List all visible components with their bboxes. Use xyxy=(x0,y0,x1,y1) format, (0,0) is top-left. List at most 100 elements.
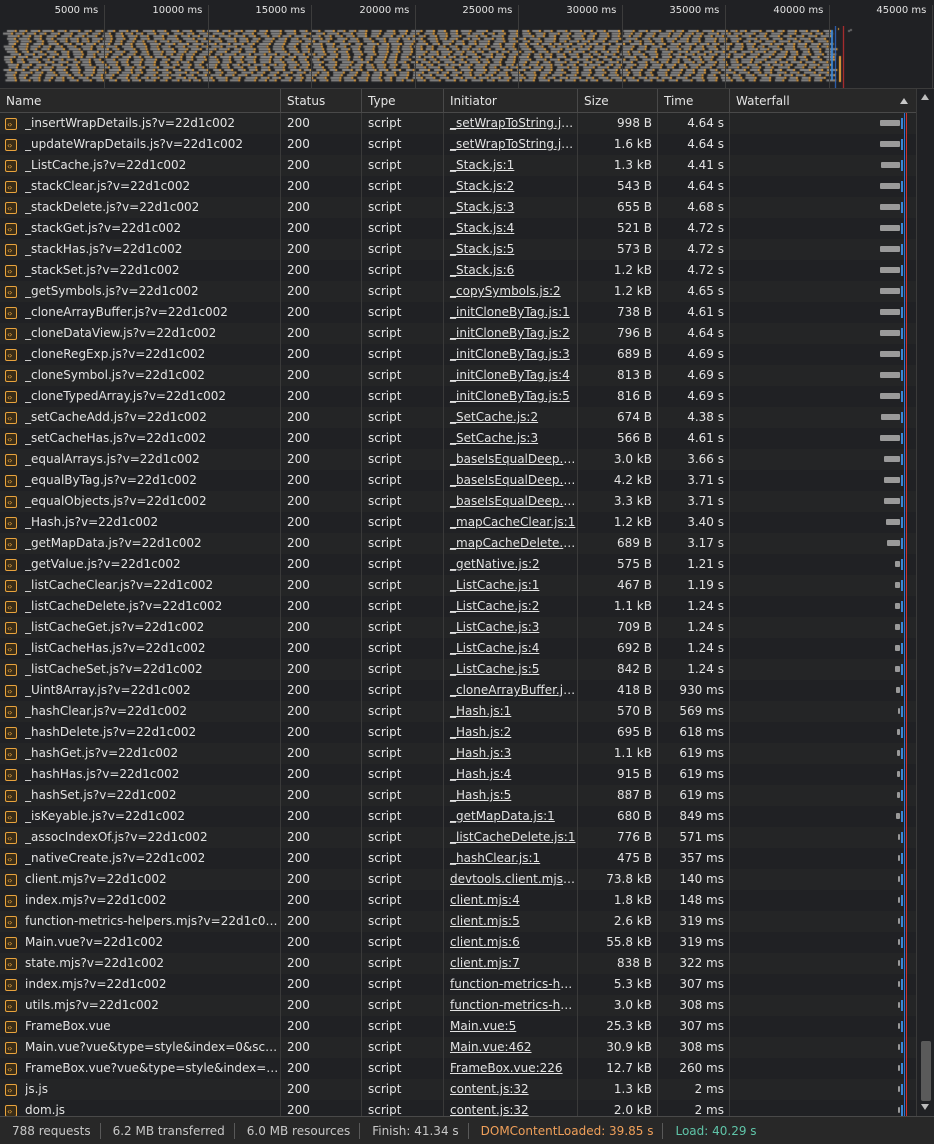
initiator-link[interactable]: _Hash.js:4 xyxy=(450,767,511,781)
waterfall-cell[interactable] xyxy=(730,428,916,449)
request-row[interactable]: _stackSet.js?v=22d1c002 200script _Stack.j… xyxy=(0,260,916,281)
request-row[interactable]: _stackHas.js?v=22d1c002 200script _Stack.j… xyxy=(0,239,916,260)
waterfall-cell[interactable] xyxy=(730,848,916,869)
waterfall-cell[interactable] xyxy=(730,743,916,764)
waterfall-cell[interactable] xyxy=(730,659,916,680)
request-name-cell[interactable]: _cloneRegExp.js?v=22d1c002 xyxy=(0,344,281,365)
request-name-cell[interactable]: _getSymbols.js?v=22d1c002 xyxy=(0,281,281,302)
initiator-link[interactable]: _Stack.js:6 xyxy=(450,263,514,277)
waterfall-cell[interactable] xyxy=(730,323,916,344)
initiator-link[interactable]: _hashClear.js:1 xyxy=(450,851,540,865)
waterfall-cell[interactable] xyxy=(730,260,916,281)
waterfall-cell[interactable] xyxy=(730,176,916,197)
initiator-link[interactable]: _Hash.js:2 xyxy=(450,725,511,739)
waterfall-cell[interactable] xyxy=(730,281,916,302)
request-name-cell[interactable]: _stackSet.js?v=22d1c002 xyxy=(0,260,281,281)
scroll-up-arrow-icon[interactable] xyxy=(921,94,929,100)
request-name-cell[interactable]: FrameBox.vue xyxy=(0,1016,281,1037)
request-row[interactable]: _equalArrays.js?v=22d1c002 200script _base… xyxy=(0,449,916,470)
waterfall-cell[interactable] xyxy=(730,680,916,701)
waterfall-cell[interactable] xyxy=(730,575,916,596)
waterfall-cell[interactable] xyxy=(730,512,916,533)
request-name-cell[interactable]: _stackDelete.js?v=22d1c002 xyxy=(0,197,281,218)
request-row[interactable]: _setCacheHas.js?v=22d1c002 200script _SetC… xyxy=(0,428,916,449)
table-scrollbar[interactable] xyxy=(916,89,934,1116)
initiator-link[interactable]: _Stack.js:2 xyxy=(450,179,514,193)
request-row[interactable]: _equalByTag.js?v=22d1c002 200script _baseI… xyxy=(0,470,916,491)
waterfall-cell[interactable] xyxy=(730,1079,916,1100)
request-name-cell[interactable]: _equalArrays.js?v=22d1c002 xyxy=(0,449,281,470)
network-overview[interactable]: 5000 ms 10000 ms 15000 ms 20000 ms 25000 ms 3… xyxy=(0,0,934,89)
waterfall-cell[interactable] xyxy=(730,995,916,1016)
request-name-cell[interactable]: _cloneSymbol.js?v=22d1c002 xyxy=(0,365,281,386)
waterfall-cell[interactable] xyxy=(730,113,916,134)
waterfall-cell[interactable] xyxy=(730,974,916,995)
request-name-cell[interactable]: _stackGet.js?v=22d1c002 xyxy=(0,218,281,239)
waterfall-cell[interactable] xyxy=(730,785,916,806)
waterfall-cell[interactable] xyxy=(730,911,916,932)
initiator-link[interactable]: _SetCache.js:3 xyxy=(450,431,538,445)
request-row[interactable]: _stackClear.js?v=22d1c002 200script _Stack… xyxy=(0,176,916,197)
column-header-waterfall[interactable]: Waterfall xyxy=(730,89,916,113)
request-row[interactable]: _stackDelete.js?v=22d1c002 200script _Stac… xyxy=(0,197,916,218)
column-header-time[interactable]: Time xyxy=(658,89,730,113)
initiator-link[interactable]: FrameBox.vue:226 xyxy=(450,1061,563,1075)
request-name-cell[interactable]: index.mjs?v=22d1c002 xyxy=(0,890,281,911)
waterfall-cell[interactable] xyxy=(730,218,916,239)
request-row[interactable]: _ListCache.js?v=22d1c002 200script _Stack.… xyxy=(0,155,916,176)
request-name-cell[interactable]: _equalByTag.js?v=22d1c002 xyxy=(0,470,281,491)
request-row[interactable]: Main.vue?v=22d1c002 200script client.mjs:6… xyxy=(0,932,916,953)
column-header-initiator[interactable]: Initiator xyxy=(444,89,578,113)
waterfall-cell[interactable] xyxy=(730,407,916,428)
request-name-cell[interactable]: index.mjs?v=22d1c002 xyxy=(0,974,281,995)
request-name-cell[interactable]: client.mjs?v=22d1c002 xyxy=(0,869,281,890)
overview-graph[interactable] xyxy=(0,26,934,88)
column-header-size[interactable]: Size xyxy=(578,89,658,113)
request-name-cell[interactable]: _updateWrapDetails.js?v=22d1c002 xyxy=(0,134,281,155)
initiator-link[interactable]: _cloneArrayBuffer.js:1 xyxy=(450,683,577,697)
initiator-link[interactable]: _getNative.js:2 xyxy=(450,557,540,571)
request-row[interactable]: Main.vue?vue&type=style&index=0&scoped..… xyxy=(0,1037,916,1058)
initiator-link[interactable]: _mapCacheClear.js:1 xyxy=(450,515,575,529)
request-name-cell[interactable]: _equalObjects.js?v=22d1c002 xyxy=(0,491,281,512)
column-header-type[interactable]: Type xyxy=(362,89,444,113)
initiator-link[interactable]: function-metrics-help... xyxy=(450,977,577,991)
request-row[interactable]: client.mjs?v=22d1c002 200script devtools.c… xyxy=(0,869,916,890)
request-row[interactable]: _listCacheHas.js?v=22d1c002 200script _Lis… xyxy=(0,638,916,659)
initiator-link[interactable]: _ListCache.js:2 xyxy=(450,599,539,613)
request-name-cell[interactable]: _hashGet.js?v=22d1c002 xyxy=(0,743,281,764)
waterfall-cell[interactable] xyxy=(730,197,916,218)
request-name-cell[interactable]: function-metrics-helpers.mjs?v=22d1c002 xyxy=(0,911,281,932)
request-row[interactable]: js.js 200script content.js:32 1.3 kB2 ms xyxy=(0,1079,916,1100)
waterfall-cell[interactable] xyxy=(730,764,916,785)
request-name-cell[interactable]: state.mjs?v=22d1c002 xyxy=(0,953,281,974)
request-name-cell[interactable]: FrameBox.vue?vue&type=style&index=0&sco.… xyxy=(0,1058,281,1079)
waterfall-cell[interactable] xyxy=(730,491,916,512)
waterfall-cell[interactable] xyxy=(730,302,916,323)
request-name-cell[interactable]: _nativeCreate.js?v=22d1c002 xyxy=(0,848,281,869)
initiator-link[interactable]: _Stack.js:5 xyxy=(450,242,514,256)
request-row[interactable]: _insertWrapDetails.js?v=22d1c002 200scrip… xyxy=(0,113,916,134)
initiator-link[interactable]: _Hash.js:5 xyxy=(450,788,511,802)
request-name-cell[interactable]: _hashHas.js?v=22d1c002 xyxy=(0,764,281,785)
waterfall-cell[interactable] xyxy=(730,134,916,155)
initiator-link[interactable]: _Hash.js:3 xyxy=(450,746,511,760)
request-name-cell[interactable]: _hashDelete.js?v=22d1c002 xyxy=(0,722,281,743)
waterfall-cell[interactable] xyxy=(730,701,916,722)
initiator-link[interactable]: _setWrapToString.js:2 xyxy=(450,116,577,130)
initiator-link[interactable]: _ListCache.js:4 xyxy=(450,641,539,655)
waterfall-cell[interactable] xyxy=(730,1100,916,1116)
request-name-cell[interactable]: _Hash.js?v=22d1c002 xyxy=(0,512,281,533)
request-row[interactable]: _hashClear.js?v=22d1c002 200script _Hash.j… xyxy=(0,701,916,722)
initiator-link[interactable]: _baseIsEqualDeep.js:3 xyxy=(450,473,577,487)
request-name-cell[interactable]: dom.js xyxy=(0,1100,281,1116)
request-name-cell[interactable]: _listCacheClear.js?v=22d1c002 xyxy=(0,575,281,596)
request-name-cell[interactable]: utils.mjs?v=22d1c002 xyxy=(0,995,281,1016)
waterfall-cell[interactable] xyxy=(730,239,916,260)
initiator-link[interactable]: _getMapData.js:1 xyxy=(450,809,555,823)
column-header-status[interactable]: Status xyxy=(281,89,362,113)
request-row[interactable]: _listCacheGet.js?v=22d1c002 200script _Lis… xyxy=(0,617,916,638)
initiator-link[interactable]: Main.vue:462 xyxy=(450,1040,532,1054)
request-row[interactable]: _cloneSymbol.js?v=22d1c002 200script _init… xyxy=(0,365,916,386)
request-row[interactable]: _cloneTypedArray.js?v=22d1c002 200script _… xyxy=(0,386,916,407)
